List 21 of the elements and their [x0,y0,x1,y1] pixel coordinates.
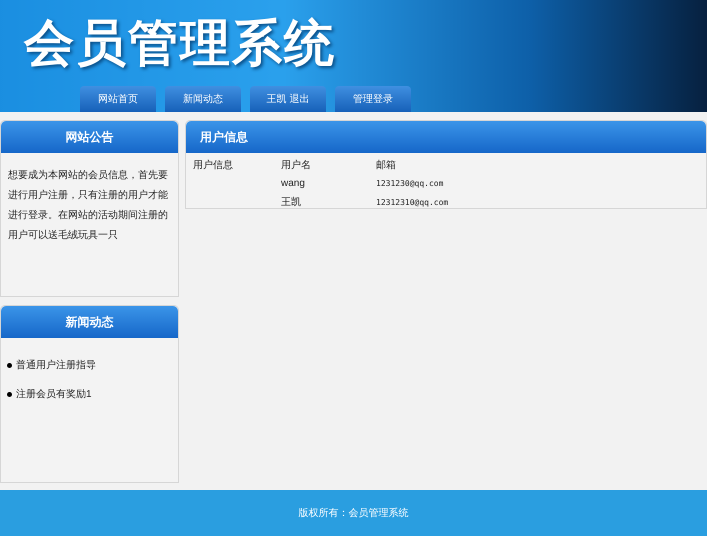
nav-tab[interactable]: 管理登录 [335,86,411,112]
nav-tab[interactable]: 网站首页 [80,86,156,112]
bullet-icon [7,363,12,368]
notice-text: 想要成为本网站的会员信息，首先要进行用户注册，只有注册的用户才能进行登录。在网站的活动期间注册的用户可以送毛绒玩具一只 [7,168,169,243]
panel-title: 新闻动态 [66,314,114,331]
news-link[interactable]: 注册会员有奖励1 [16,387,92,402]
table-cell: 12312310@qq.com [376,196,448,208]
nav-tab[interactable]: 新闻动态 [165,86,241,112]
panel-title: 用户信息 [200,129,248,146]
column-header: 用户信息 [193,158,234,172]
column-header: 用户名 [281,158,312,172]
footer-text: 版权所有：会员管理系统 [298,506,408,520]
site-title: 会员管理系统 [24,18,336,68]
table-cell: 1231230@qq.com [376,178,444,190]
news-link[interactable]: 普通用户注册指导 [16,358,96,373]
table-cell-text: wang [281,177,306,191]
nav-tab[interactable]: 王凯 退出 [250,86,326,112]
column-header: 邮箱 [376,158,396,172]
panel-title: 网站公告 [66,129,114,146]
table-cell-text: 王凯 [281,196,302,210]
bullet-icon [7,392,12,397]
